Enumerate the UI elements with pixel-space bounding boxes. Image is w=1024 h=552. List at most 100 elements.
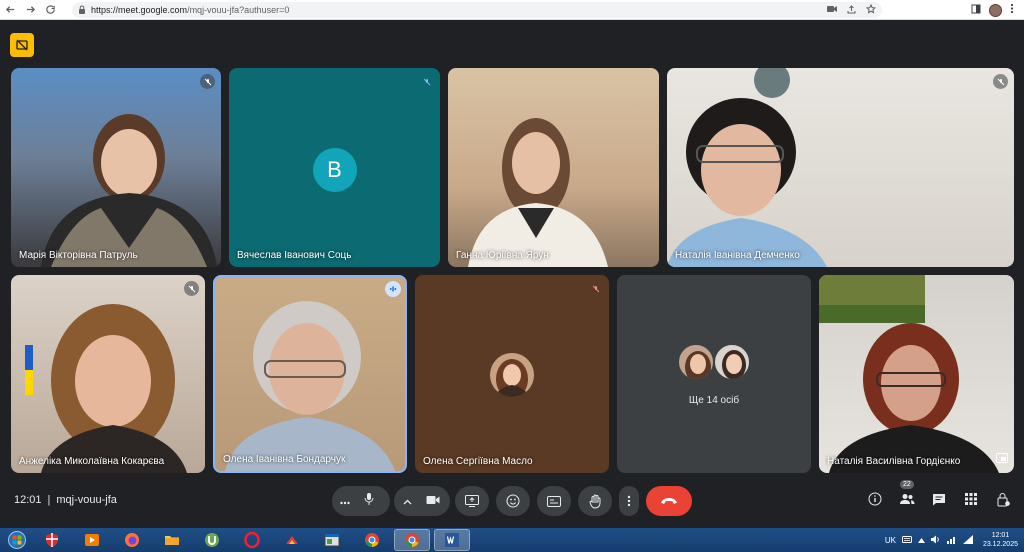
forward-icon[interactable] bbox=[20, 0, 40, 20]
side-panel-controls: 22 bbox=[866, 480, 1012, 508]
speaking-indicator-icon bbox=[385, 281, 401, 297]
more-participants-label: Ще 14 осіб bbox=[688, 395, 740, 406]
present-screen-icon bbox=[465, 495, 479, 507]
participant-tile[interactable]: Наталія Іванівна Демченко bbox=[667, 68, 1014, 267]
signal-icon[interactable] bbox=[962, 534, 973, 546]
camera-control-group bbox=[394, 486, 450, 516]
present-screen-button[interactable] bbox=[455, 486, 489, 516]
participant-video bbox=[468, 118, 608, 267]
back-icon[interactable] bbox=[0, 0, 20, 20]
windows-logo-icon bbox=[8, 531, 26, 549]
leave-call-button[interactable] bbox=[646, 486, 692, 516]
meeting-info-separator: | bbox=[47, 494, 51, 506]
tile-options-icon[interactable] bbox=[996, 450, 1008, 468]
taskbar-app-media-player[interactable] bbox=[74, 529, 110, 551]
volume-icon[interactable] bbox=[930, 535, 941, 546]
more-mic-options-icon[interactable] bbox=[340, 492, 350, 510]
muted-mic-icon bbox=[419, 74, 434, 89]
participant-avatar bbox=[490, 353, 534, 397]
reload-icon[interactable] bbox=[40, 0, 60, 20]
hang-up-icon bbox=[661, 498, 677, 504]
participant-video bbox=[25, 304, 187, 473]
taskbar-app-chrome[interactable] bbox=[354, 529, 390, 551]
bookmark-star-icon[interactable] bbox=[865, 3, 877, 16]
share-icon[interactable] bbox=[847, 4, 856, 16]
muted-mic-icon bbox=[588, 281, 603, 296]
host-controls-icon[interactable] bbox=[994, 490, 1012, 508]
hand-icon bbox=[589, 494, 600, 509]
participant-name: Олена Іванівна Бондарчук bbox=[223, 454, 346, 465]
folder-icon bbox=[165, 536, 179, 545]
participant-name: Анжеліка Миколаївна Кокарєва bbox=[19, 456, 165, 467]
participant-tile[interactable]: Олена Сергіївна Масло bbox=[415, 275, 609, 473]
emoji-icon bbox=[506, 494, 520, 508]
muted-mic-icon bbox=[184, 281, 199, 296]
tool-icon bbox=[286, 536, 298, 544]
people-button[interactable]: 22 bbox=[898, 480, 916, 508]
meeting-details-icon[interactable] bbox=[866, 490, 884, 508]
chat-icon[interactable] bbox=[930, 490, 948, 508]
start-button[interactable] bbox=[0, 528, 34, 552]
participant-avatar bbox=[677, 343, 715, 381]
participant-name: Наталія Іванівна Демченко bbox=[675, 250, 800, 261]
side-panel-icon[interactable] bbox=[971, 4, 981, 17]
captions-button[interactable] bbox=[537, 486, 571, 516]
clock-date: 23.12.2025 bbox=[982, 541, 1018, 548]
captions-icon bbox=[547, 495, 561, 507]
raise-hand-button[interactable] bbox=[578, 486, 612, 516]
os-taskbar: UK 12:01 23.12.2025 bbox=[0, 528, 1024, 552]
taskbar-app-security-shield[interactable] bbox=[34, 529, 70, 551]
participant-name: Ганна Юріївна Ярун bbox=[456, 250, 549, 261]
taskbar-app-utorrent[interactable] bbox=[194, 529, 230, 551]
window-icon bbox=[324, 533, 340, 547]
meeting-code: mqj-vouu-jfa bbox=[56, 494, 117, 506]
participant-name: Вячеслав Іванович Соць bbox=[237, 250, 352, 261]
address-bar[interactable]: https://meet.google.com/mqj-vouu-jfa?aut… bbox=[72, 2, 882, 18]
keyboard-icon[interactable] bbox=[901, 535, 912, 545]
participant-tile[interactable]: Наталія Василівна Гордієнко bbox=[819, 275, 1014, 473]
chrome-icon bbox=[405, 533, 419, 547]
system-clock[interactable]: 12:01 23.12.2025 bbox=[983, 531, 1018, 549]
network-icon[interactable] bbox=[946, 535, 957, 546]
people-icon bbox=[900, 494, 915, 504]
taskbar-app-window[interactable] bbox=[314, 529, 350, 551]
word-icon bbox=[445, 533, 459, 547]
shield-icon bbox=[46, 533, 58, 547]
chevron-up-icon[interactable] bbox=[403, 492, 412, 510]
firefox-icon bbox=[125, 533, 139, 547]
participant-tile[interactable]: Анжеліка Миколаївна Кокарєва bbox=[11, 275, 205, 473]
opera-icon bbox=[244, 532, 260, 548]
system-tray: UK 12:01 23.12.2025 bbox=[885, 528, 1024, 552]
show-hidden-icons-icon[interactable] bbox=[917, 536, 925, 545]
participant-name: Олена Сергіївна Масло bbox=[423, 456, 533, 467]
taskbar-app-firefox[interactable] bbox=[114, 529, 150, 551]
utorrent-icon bbox=[205, 533, 219, 547]
participant-tile-active-speaker[interactable]: Олена Іванівна Бондарчук bbox=[213, 275, 407, 473]
participant-video bbox=[819, 275, 999, 473]
browser-menu-icon[interactable] bbox=[1010, 3, 1014, 17]
camera-permission-icon[interactable] bbox=[827, 5, 837, 15]
participant-tile[interactable]: Марія Вікторівна Патруль bbox=[11, 68, 221, 267]
participant-tile[interactable]: Ганна Юріївна Ярун bbox=[448, 68, 659, 267]
url-text: https://meet.google.com/mqj-vouu-jfa?aut… bbox=[91, 5, 290, 15]
taskbar-app-opera[interactable] bbox=[234, 529, 270, 551]
taskbar-app-word[interactable] bbox=[434, 529, 470, 551]
lock-icon bbox=[78, 1, 86, 19]
taskbar-app-tool[interactable] bbox=[274, 529, 310, 551]
taskbar-app-chrome-active[interactable] bbox=[394, 529, 430, 551]
recording-off-badge[interactable] bbox=[10, 33, 34, 57]
meeting-info: 12:01 | mqj-vouu-jfa bbox=[14, 494, 117, 506]
reactions-button[interactable] bbox=[496, 486, 530, 516]
more-participants-tile[interactable]: Ще 14 осіб bbox=[617, 275, 811, 473]
participant-tile[interactable]: B Вячеслав Іванович Соць bbox=[229, 68, 440, 267]
participant-video bbox=[41, 114, 217, 267]
microphone-icon[interactable] bbox=[364, 492, 374, 511]
taskbar-app-file-explorer[interactable] bbox=[154, 529, 190, 551]
input-language[interactable]: UK bbox=[885, 536, 896, 545]
camera-icon[interactable] bbox=[426, 492, 440, 510]
profile-avatar[interactable] bbox=[989, 3, 1002, 17]
more-options-button[interactable] bbox=[619, 486, 639, 516]
media-player-icon bbox=[85, 534, 99, 546]
muted-mic-icon bbox=[993, 74, 1008, 89]
activities-icon[interactable] bbox=[962, 490, 980, 508]
